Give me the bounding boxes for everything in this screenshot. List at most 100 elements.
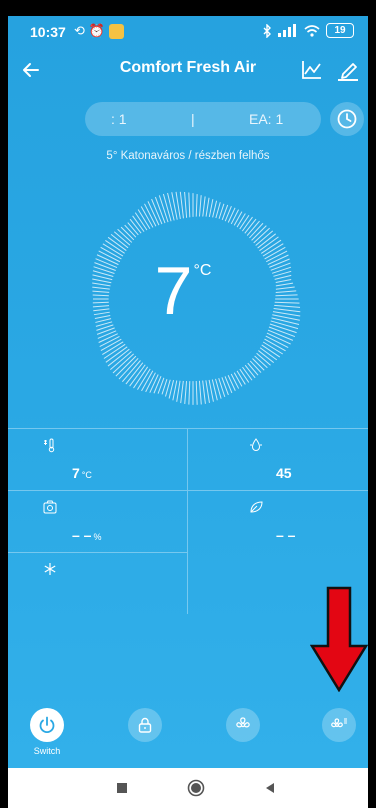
system-nav-bar xyxy=(8,768,368,808)
dial-tick xyxy=(227,375,236,391)
metric-sensor: – –% xyxy=(8,490,188,552)
pencil-icon xyxy=(338,63,358,81)
lock-button[interactable] xyxy=(128,708,162,742)
metric-value-2-number: 45 xyxy=(276,465,292,481)
metric-value-4: – – xyxy=(276,527,297,543)
dial-tick xyxy=(124,224,137,238)
dial-tick xyxy=(230,209,239,225)
fan-icon xyxy=(236,717,250,728)
metric-humidity: 45 xyxy=(188,428,368,490)
clock-icon xyxy=(337,109,357,129)
info-pill: : 1 | EA: 1 xyxy=(85,102,321,136)
dial-tick xyxy=(98,333,118,343)
dial-tick xyxy=(239,214,250,230)
dial-tick xyxy=(195,194,198,217)
dial-tick xyxy=(184,381,188,404)
dial-tick xyxy=(208,199,214,218)
metric-value-5 xyxy=(72,589,74,605)
metric-value-3: – –% xyxy=(72,527,101,543)
header: Comfort Fresh Air xyxy=(8,50,368,90)
edit-button[interactable] xyxy=(334,56,362,84)
dial-tick xyxy=(107,348,130,367)
dial-tick xyxy=(252,358,265,371)
dial-tick xyxy=(241,216,253,232)
weather-line: 5° Katonaváros / részben felhős xyxy=(106,150,270,162)
dial-tick xyxy=(149,374,159,393)
dial-tick xyxy=(180,380,184,404)
dial-tick xyxy=(121,360,141,383)
dial-tick xyxy=(249,360,262,373)
square-icon xyxy=(117,783,127,793)
metric-value-2: 45 xyxy=(276,465,294,481)
alarm-icon: ⏰ xyxy=(88,23,106,38)
red-arrow-annotation xyxy=(310,586,368,692)
phone-screen: 10:37 ⟲ ⏰ 19 Comfort Fresh Air: 1 | EA:… xyxy=(8,16,368,808)
dial-tick xyxy=(112,353,134,374)
metric-value-3-number: – – xyxy=(72,527,92,543)
dial-tick xyxy=(233,372,243,387)
lock-icon xyxy=(138,717,152,733)
metric-value-1: 7 °C xyxy=(72,465,92,481)
dial-tick xyxy=(188,381,191,405)
snowflake-icon xyxy=(44,563,56,575)
metric-value-1-number: 7 xyxy=(72,465,80,481)
thermometer-fan-icon xyxy=(44,438,55,453)
circle-icon xyxy=(187,779,205,797)
dial-tick xyxy=(239,368,250,383)
fan-speed-icon xyxy=(331,718,347,728)
dial-tick xyxy=(176,380,181,402)
fan-button[interactable] xyxy=(226,708,260,742)
dial-tick xyxy=(202,196,206,217)
dial-tick xyxy=(233,211,243,226)
dial-tick xyxy=(202,380,206,404)
status-icons-right: 19 xyxy=(262,23,354,38)
triangle-back-icon xyxy=(266,783,274,793)
switch-label: Switch xyxy=(33,746,61,756)
back-nav-button[interactable] xyxy=(260,778,280,798)
dial-tick xyxy=(162,193,172,222)
signal-icon xyxy=(278,24,296,37)
metric-mode xyxy=(8,552,188,614)
dial-tick xyxy=(205,197,210,217)
app-screen: 10:37 ⟲ ⏰ 19 Comfort Fresh Air: 1 | EA:… xyxy=(8,16,368,768)
recent-apps-button[interactable] xyxy=(112,778,132,798)
chart-button[interactable] xyxy=(298,56,326,84)
dial-tick xyxy=(127,222,139,236)
dial-tick xyxy=(247,362,259,376)
sync-off-icon: ⟲ xyxy=(74,23,85,38)
power-switch-button[interactable] xyxy=(30,708,64,742)
fan-speed-button[interactable] xyxy=(322,708,356,742)
battery-icon: 19 xyxy=(326,23,354,38)
dial-tick xyxy=(195,380,198,405)
metric-value-4-number: – – xyxy=(276,527,296,543)
pill-separator: | xyxy=(191,111,195,127)
dial-tick xyxy=(115,355,137,377)
dial-tick xyxy=(188,192,191,218)
status-time: 10:37 xyxy=(30,24,66,40)
dial-tick xyxy=(236,370,246,385)
dial-tick xyxy=(236,213,246,228)
bottom-controls: Switch xyxy=(8,708,368,768)
humidity-icon xyxy=(250,438,262,451)
current-temperature: 7 °C xyxy=(8,252,368,330)
dial-tick xyxy=(212,200,218,218)
dial-tick xyxy=(184,191,188,218)
leaf-icon xyxy=(250,501,263,513)
status-icons-left: ⟲ ⏰ xyxy=(74,23,125,39)
dial-tick xyxy=(198,380,202,405)
dial-tick xyxy=(230,373,240,389)
dial-tick xyxy=(125,362,144,385)
camera-sensor-icon xyxy=(43,500,57,514)
dial-tick xyxy=(227,207,236,223)
metric-indoor-temp: 7 °C xyxy=(8,428,188,490)
dial-tick xyxy=(224,376,233,394)
notification-icon xyxy=(109,23,125,39)
temperature-value: 7 xyxy=(154,253,193,329)
schedule-button[interactable] xyxy=(330,102,364,136)
wifi-icon xyxy=(304,25,320,37)
temperature-unit: °C xyxy=(193,262,212,279)
line-chart-icon xyxy=(302,61,321,79)
dial-tick xyxy=(118,357,139,380)
dial-tick xyxy=(110,351,132,370)
home-button[interactable] xyxy=(186,778,206,798)
